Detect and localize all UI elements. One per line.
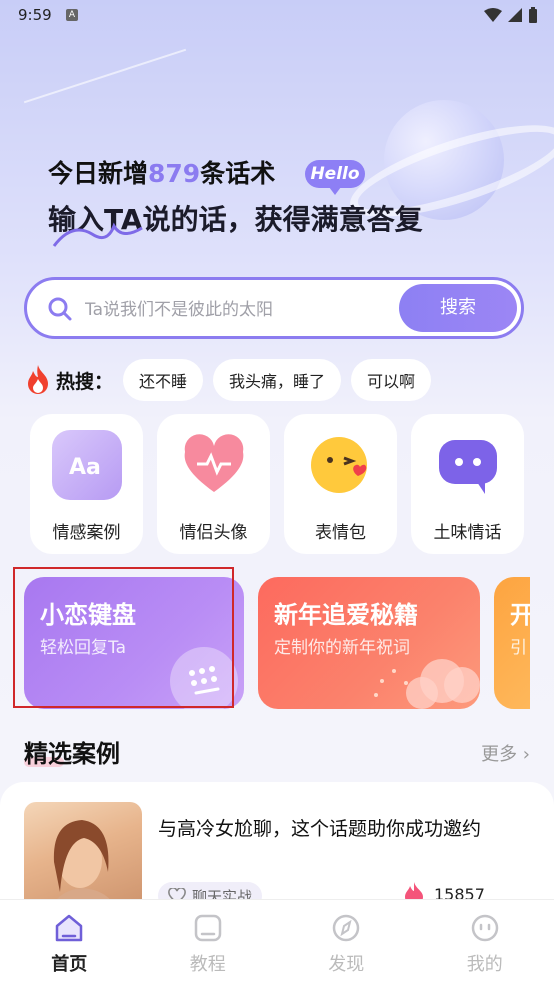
profile-icon [471,914,498,942]
emoji-kiss-icon [306,430,376,500]
case-title: 与高冷女尬聊，这个话题助你成功邀约 [158,818,482,840]
notification-a-icon: A [66,9,78,21]
tab-label: 教程 [189,954,226,975]
chevron-right-icon: › [517,744,530,765]
tab-label: 发现 [328,954,365,975]
search-button[interactable]: 搜索 [399,284,517,332]
bottom-tab-bar: 首页 教程 发现 我的 [0,899,554,984]
hello-badge: Hello [305,160,365,195]
tab-mine[interactable]: 我的 [416,900,554,984]
hot-tag[interactable]: 还不睡 [123,359,204,401]
compass-icon [333,914,360,942]
hero-prefix: 今日新增 [48,159,149,188]
tab-home[interactable]: 首页 [0,900,139,984]
hot-tag[interactable]: 可以啊 [351,359,432,401]
section-title: 精选案例 [24,740,120,768]
category-label: 情感案例 [52,523,121,543]
tab-discover[interactable]: 发现 [277,900,416,984]
signal-icon [508,8,522,22]
tab-tutorial[interactable]: 教程 [139,900,278,984]
category-label: 表情包 [315,523,366,543]
home-icon [56,914,83,942]
search-input[interactable] [83,292,407,328]
chat-bubble-icon [433,430,503,500]
search-bar[interactable]: 搜索 [24,277,524,339]
banner-title: 开 [510,601,530,629]
category-label: 情侣头像 [179,523,248,543]
banner-title: 新年追爱秘籍 [274,601,418,629]
category-stickers[interactable]: 表情包 [284,414,397,554]
aa-icon: Aa [52,430,122,500]
banner-new-year[interactable]: 新年追爱秘籍 定制你的新年祝词 [258,577,480,709]
status-bar: 9:59 A [0,0,554,32]
banner-subtitle: 引 [510,638,527,658]
hot-search-label: 热搜： [56,370,114,393]
category-grid: Aa 情感案例 情侣头像 表情包 土味情话 [30,414,524,554]
tutorial-icon [194,914,221,942]
scribble-decoration [52,222,143,247]
battery-icon [529,7,537,23]
decorative-line [23,48,187,104]
banner-next[interactable]: 开 引 [494,577,530,709]
hero-count: 879 [148,159,201,188]
status-time: 9:59 [18,6,52,24]
hero-suffix: 条话术 [200,159,276,188]
search-icon [48,297,72,321]
hot-search-row: 热搜： 还不睡 我头痛，睡了 可以啊 [26,358,441,402]
category-label: 土味情话 [433,523,502,543]
heart-icon [179,430,249,500]
category-couple-avatars[interactable]: 情侣头像 [157,414,270,554]
more-link[interactable]: 更多 › [481,740,530,766]
wifi-icon [484,8,502,22]
fire-icon [28,365,48,394]
status-icons [484,7,538,23]
cloud-illustration [374,659,480,709]
more-label: 更多 [481,744,518,765]
tab-label: 我的 [466,954,503,975]
highlight-box [13,567,234,708]
svg-text:Aa: Aa [69,455,101,480]
hot-tag[interactable]: 我头痛，睡了 [213,359,342,401]
hero-headline: 今日新增 879 条话术 [48,154,275,190]
category-cheesy-lines[interactable]: 土味情话 [411,414,524,554]
category-emotion-cases[interactable]: Aa 情感案例 [30,414,143,554]
tab-label: 首页 [51,954,88,975]
